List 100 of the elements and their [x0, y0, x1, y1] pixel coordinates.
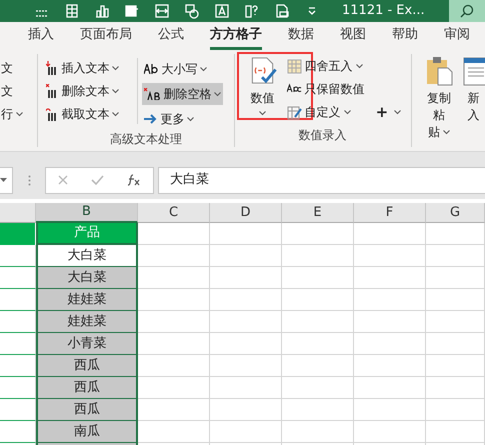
print-preview-icon[interactable] [274, 3, 290, 19]
table-cell [138, 267, 210, 289]
number-button[interactable]: 数值 [242, 56, 283, 116]
table-cell [138, 245, 210, 267]
ribbon-menu-button[interactable]: 删除空格 [142, 83, 224, 105]
ribbon-tab[interactable]: 插入 [28, 22, 54, 50]
ribbon-tab[interactable]: 帮助 [392, 22, 418, 50]
table-cell [138, 377, 210, 399]
caret-icon [259, 111, 266, 116]
column-header[interactable]: F [354, 203, 426, 223]
column-header[interactable]: G [426, 203, 485, 223]
table-cell: 产品 [36, 223, 138, 245]
table-cell [138, 311, 210, 333]
table-icon[interactable] [64, 3, 80, 19]
function-icon[interactable] [127, 174, 142, 186]
table-cell [210, 289, 282, 311]
caret-icon [394, 110, 402, 114]
remove-space-icon [144, 88, 160, 100]
column-width-icon[interactable] [154, 3, 170, 19]
dropdown-icon [0, 178, 7, 182]
name-box[interactable] [0, 166, 13, 194]
ribbon-item[interactable]: 文 [1, 82, 13, 100]
table-cell [138, 289, 210, 311]
table-cell [210, 267, 282, 289]
ribbon-menu-button[interactable]: 大小写 [142, 58, 224, 80]
column-header[interactable]: C [138, 203, 210, 223]
case-icon [144, 64, 158, 74]
table-cell [354, 333, 426, 355]
table-cell: 大白菜 [36, 245, 138, 267]
ribbon-menu-button[interactable]: 更多 [142, 108, 224, 130]
table-cell [282, 223, 354, 245]
grid-round-icon [286, 58, 302, 74]
check-icon[interactable] [90, 175, 104, 185]
table-cell [138, 399, 210, 421]
text-cursor-icon [46, 107, 58, 121]
text-cursor-icon [46, 84, 58, 98]
table-cell [210, 377, 282, 399]
bar-chart-icon[interactable] [94, 3, 110, 19]
table-cell [354, 355, 426, 377]
ribbon-tab[interactable]: 公式 [158, 22, 184, 50]
table-cell: 西瓜 [36, 355, 138, 377]
caret-icon [200, 66, 208, 72]
table-cell: 大白菜 [36, 267, 138, 289]
caret-icon [356, 64, 363, 68]
column-header[interactable]: D [210, 203, 282, 223]
table-cell [138, 355, 210, 377]
column-header[interactable]: E [282, 203, 354, 223]
table-cell [210, 223, 282, 245]
table-cell [354, 311, 426, 333]
ribbon-menu-button[interactable]: 截取文本 [46, 104, 138, 124]
table-cell [426, 223, 485, 245]
ribbon-tab[interactable]: 审阅 [444, 22, 470, 50]
ribbon-tab[interactable]: 视图 [340, 22, 366, 50]
new-button[interactable]: 新 入 [462, 56, 485, 151]
table-cell [354, 245, 426, 267]
table-cell: 西瓜 [36, 399, 138, 421]
ribbon-tab[interactable]: 页面布局 [80, 22, 132, 50]
table-cell [210, 421, 282, 443]
table-cell [282, 267, 354, 289]
table-cell [354, 267, 426, 289]
caret-icon [344, 110, 351, 114]
ribbon-item[interactable]: 行 [1, 105, 13, 123]
table-cell [426, 311, 485, 333]
table-cell [426, 377, 485, 399]
table-cell [210, 245, 282, 267]
document-icon [462, 56, 485, 86]
formula-field[interactable]: 大白菜 [158, 166, 485, 194]
table-cell: 娃娃菜 [36, 289, 138, 311]
arrow-right-icon [144, 114, 158, 124]
ribbon-item[interactable]: 文 [1, 59, 13, 77]
table-cell [354, 223, 426, 245]
group-label: 数值录入 [298, 127, 348, 144]
caret-icon [187, 116, 194, 122]
add-button[interactable]: + [376, 100, 402, 124]
ribbon-menu-button[interactable]: 删除文本 [46, 81, 138, 101]
drag-handle-icon[interactable] [28, 174, 31, 186]
table-cell [426, 267, 485, 289]
table-edit-icon [286, 104, 302, 120]
table-cell: 西瓜 [36, 377, 138, 399]
copy-paste-button[interactable]: 复制粘 贴 [422, 56, 456, 151]
text-box-icon[interactable] [214, 3, 230, 19]
table-cell [138, 421, 210, 443]
column-header[interactable]: B [36, 203, 138, 223]
caret-icon [16, 112, 23, 116]
search-button[interactable] [449, 0, 485, 22]
caret-icon [214, 92, 222, 96]
table-cell [354, 289, 426, 311]
table-cell [426, 245, 485, 267]
table-cell [354, 421, 426, 443]
grid-icon[interactable] [124, 3, 140, 19]
table-cell [282, 311, 354, 333]
shapes-icon[interactable] [184, 3, 200, 19]
table-cell: 娃娃菜 [36, 311, 138, 333]
window-title: 11121 - Ex... [342, 2, 425, 20]
ribbon-tab[interactable]: 数据 [288, 22, 314, 50]
ribbon-menu-button[interactable]: 插入文本 [46, 58, 138, 78]
table-cell [282, 245, 354, 267]
table-cell [426, 289, 485, 311]
help-icon[interactable] [244, 3, 260, 19]
table-cell [282, 421, 354, 443]
